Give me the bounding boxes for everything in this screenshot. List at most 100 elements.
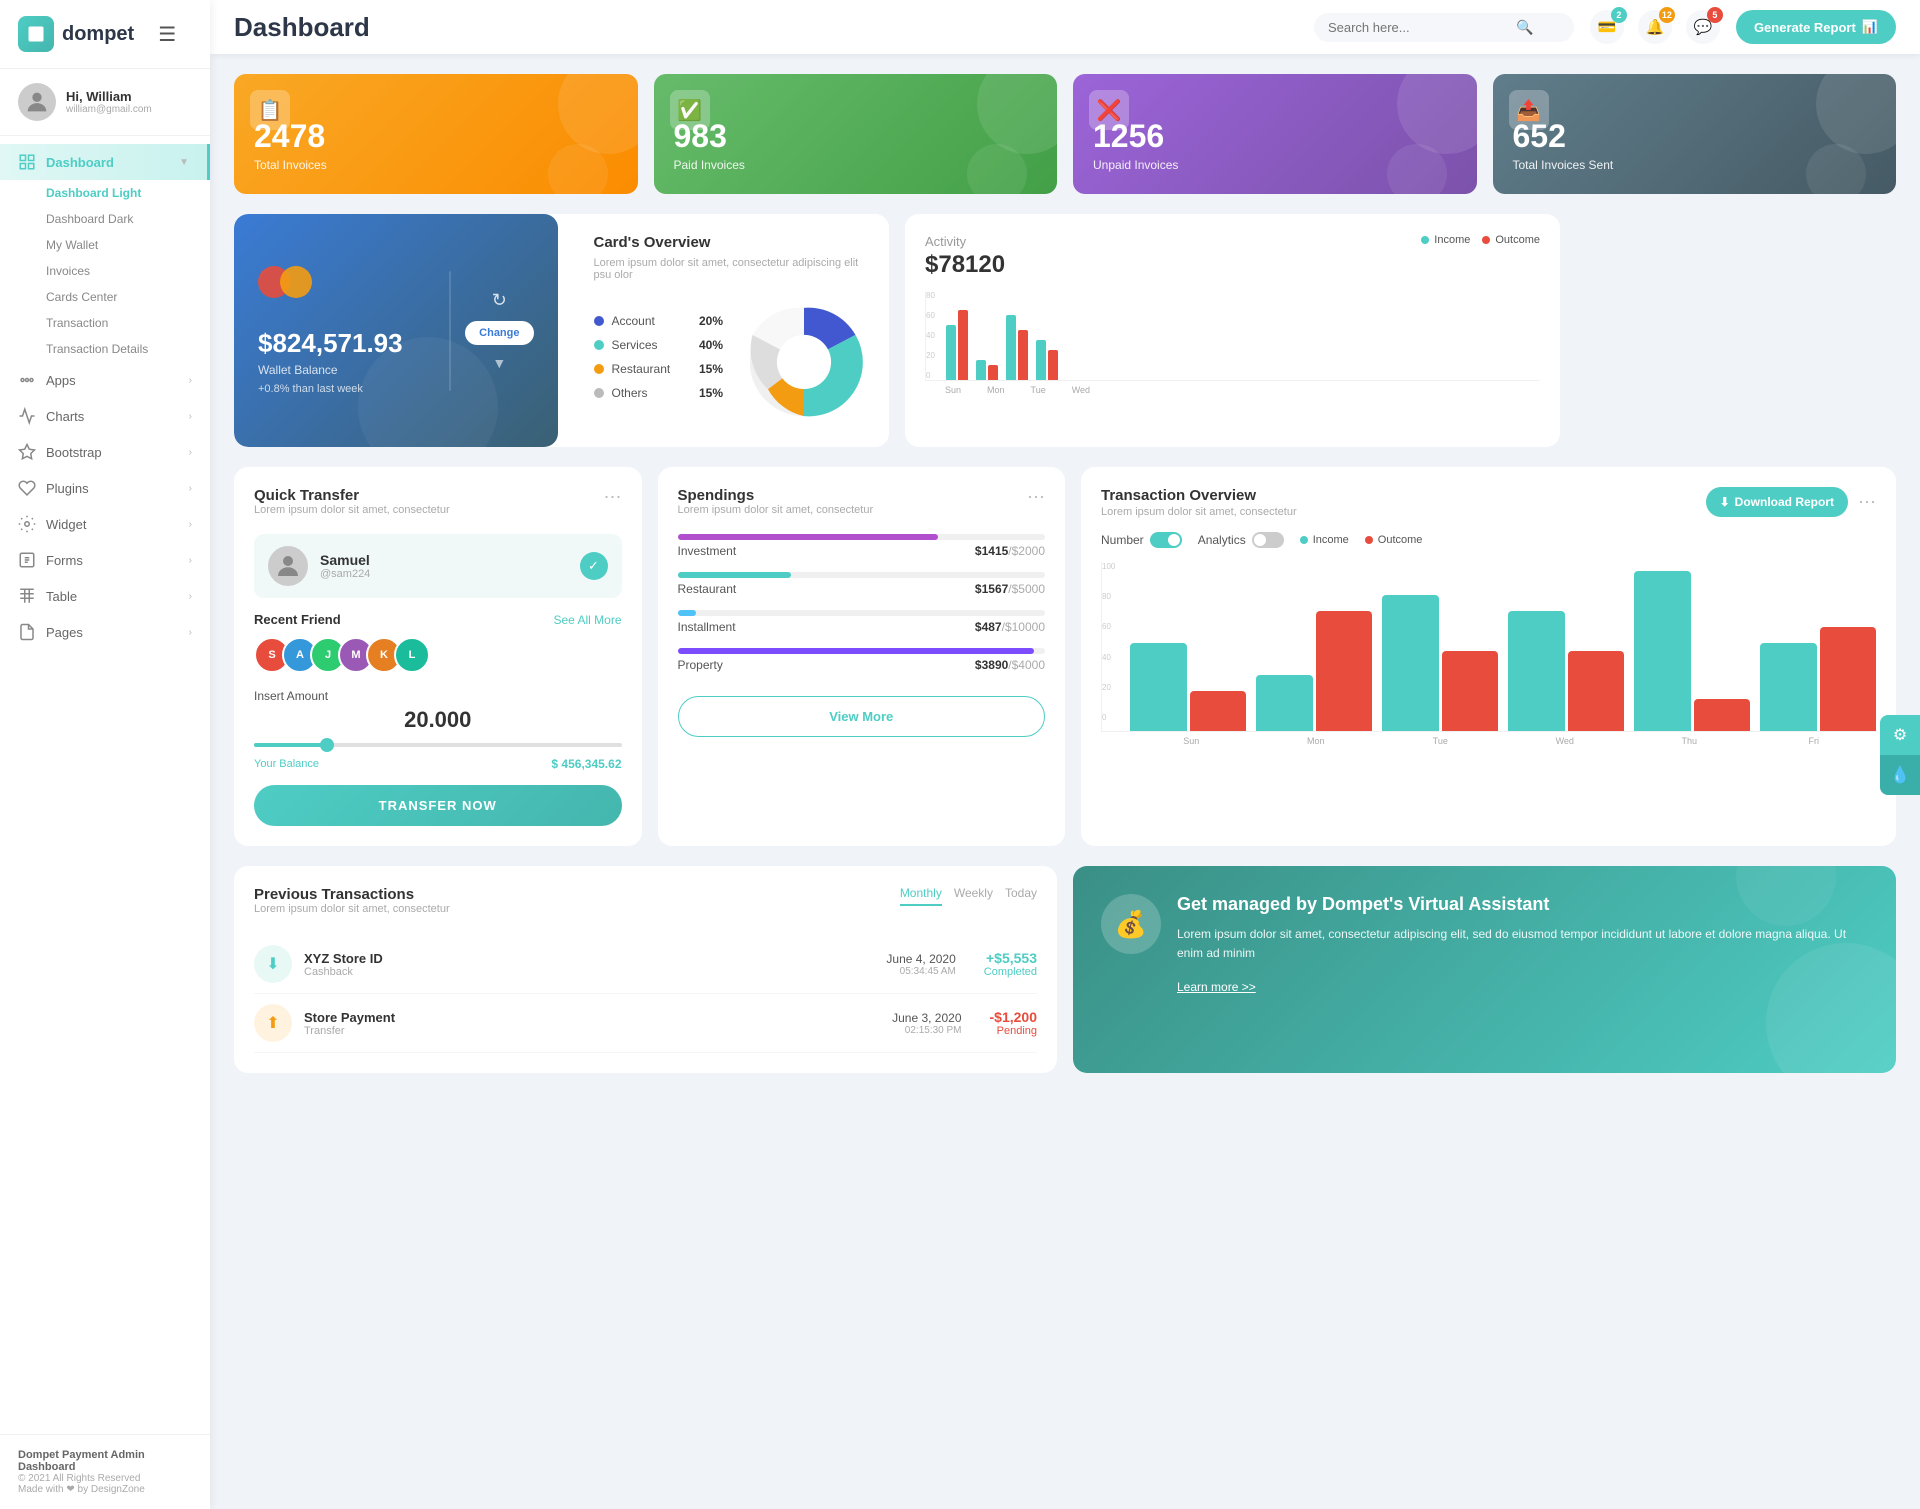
cards-overview: Card's Overview Lorem ipsum dolor sit am… (574, 214, 890, 447)
outcome-dot (1482, 236, 1490, 244)
download-report-button[interactable]: ⬇ Download Report (1706, 487, 1848, 517)
chat-icon-btn[interactable]: 💬 5 (1686, 10, 1720, 44)
spendings-card: Spendings Lorem ipsum dolor sit amet, co… (658, 467, 1066, 846)
nav-subitem-invoices[interactable]: Invoices (0, 258, 210, 284)
spending-installment: Installment $487/$10000 (678, 610, 1046, 634)
services-dot (594, 340, 604, 350)
quick-transfer-title: Quick Transfer (254, 487, 450, 504)
stat-card-total-sent: 📤 652 Total Invoices Sent (1493, 74, 1897, 194)
transaction-name: XYZ Store ID (304, 951, 383, 966)
restaurant-name: Restaurant (678, 582, 737, 596)
analytics-toggle-label: Analytics (1198, 533, 1246, 547)
analytics-toggle-switch[interactable] (1252, 532, 1284, 548)
cards-overview-title: Card's Overview (594, 234, 870, 251)
wallet-icon-btn[interactable]: 💳 2 (1590, 10, 1624, 44)
bottom-row: Quick Transfer Lorem ipsum dolor sit ame… (234, 467, 1896, 846)
nav-item-bootstrap[interactable]: Bootstrap › (0, 434, 210, 470)
theme-float-button[interactable]: 💧 (1880, 755, 1920, 795)
others-dot (594, 388, 604, 398)
transfer-now-button[interactable]: TRANSFER NOW (254, 785, 622, 826)
hamburger-menu[interactable]: ☰ (158, 22, 176, 47)
spendings-menu[interactable]: ⋯ (1027, 487, 1045, 508)
sidebar-footer: Dompet Payment Admin Dashboard © 2021 Al… (0, 1434, 210, 1509)
pt-tab-today[interactable]: Today (1005, 886, 1037, 906)
nav-subitem-cards-center[interactable]: Cards Center (0, 284, 210, 310)
nav-item-table[interactable]: Table › (0, 578, 210, 614)
nav-item-plugins[interactable]: Plugins › (0, 470, 210, 506)
balance-value: $ 456,345.62 (551, 757, 621, 771)
others-pct: 15% (699, 386, 723, 400)
property-amount: $3890/$4000 (975, 658, 1045, 672)
nav-subitem-transaction[interactable]: Transaction (0, 310, 210, 336)
activity-chart: 80 60 40 20 0 (925, 291, 1540, 381)
settings-float-button[interactable]: ⚙ (1880, 715, 1920, 755)
to-outcome-legend: Outcome (1365, 534, 1423, 546)
analytics-toggle: Analytics (1198, 532, 1284, 548)
nav-item-charts[interactable]: Charts › (0, 398, 210, 434)
change-button[interactable]: Change (465, 321, 533, 345)
va-learn-more[interactable]: Learn more >> (1177, 980, 1256, 994)
number-toggle: Number (1101, 532, 1182, 548)
mon-income-bar (1256, 675, 1313, 731)
slider-fill (254, 743, 328, 747)
search-icon: 🔍 (1516, 19, 1533, 36)
topbar: Dashboard 🔍 💳 2 🔔 12 💬 5 Generate Report… (210, 0, 1920, 54)
generate-report-button[interactable]: Generate Report 📊 (1736, 10, 1896, 44)
transaction-type-2: Transfer (304, 1025, 395, 1037)
nav-plugins-arrow: › (189, 483, 192, 494)
quick-transfer-menu[interactable]: ⋯ (604, 487, 622, 508)
to-x-sun: Sun (1129, 736, 1254, 746)
nav-item-forms[interactable]: Forms › (0, 542, 210, 578)
footer-copy: © 2021 All Rights Reserved (18, 1473, 192, 1484)
topbar-icons: 💳 2 🔔 12 💬 5 (1590, 10, 1720, 44)
pt-tab-weekly[interactable]: Weekly (954, 886, 993, 906)
bar-group-sun (1130, 643, 1246, 731)
search-input[interactable] (1328, 20, 1508, 35)
see-all-button[interactable]: See All More (553, 613, 621, 627)
balance-row: Your Balance $ 456,345.62 (254, 757, 622, 771)
number-toggle-switch[interactable] (1150, 532, 1182, 548)
recipient-handle: @sam224 (320, 568, 370, 580)
notification-icon-btn[interactable]: 🔔 12 (1638, 10, 1672, 44)
transaction-overview-title: Transaction Overview (1101, 487, 1297, 504)
stat-card-paid-invoices: ✅ 983 Paid Invoices (654, 74, 1058, 194)
transaction-bar-chart: 100 80 60 40 20 0 (1101, 562, 1876, 732)
nav-subitem-dashboard-light[interactable]: Dashboard Light (0, 180, 210, 206)
quick-transfer-desc: Lorem ipsum dolor sit amet, consectetur (254, 504, 450, 516)
nav-item-dashboard[interactable]: Dashboard ▼ (0, 144, 210, 180)
bar-group-tue (1382, 595, 1498, 731)
legend-others: Others 15% (594, 386, 724, 400)
transaction-date-2: June 3, 2020 02:15:30 PM (892, 1011, 961, 1036)
toggle-row: Number Analytics Inc (1101, 532, 1876, 548)
unpaid-invoices-icon: ❌ (1089, 90, 1129, 130)
account-label: Account (612, 314, 691, 328)
transaction-name-2: Store Payment (304, 1010, 395, 1025)
nav-item-widget[interactable]: Widget › (0, 506, 210, 542)
view-more-button[interactable]: View More (678, 696, 1046, 737)
restaurant-dot (594, 364, 604, 374)
legend-restaurant: Restaurant 15% (594, 362, 724, 376)
tue-outcome-bar (1442, 651, 1499, 731)
spendings-desc: Lorem ipsum dolor sit amet, consectetur (678, 504, 874, 516)
amount-display: 20.000 (254, 707, 622, 733)
check-button[interactable]: ✓ (580, 552, 608, 580)
restaurant-bar-fill (678, 572, 792, 578)
transaction-overview-desc: Lorem ipsum dolor sit amet, consectetur (1101, 506, 1297, 518)
mon-outcome-bar (1316, 611, 1373, 731)
stat-card-total-invoices: 📋 2478 Total Invoices (234, 74, 638, 194)
to-x-tue: Tue (1378, 736, 1503, 746)
transaction-overview-menu[interactable]: ⋯ (1858, 492, 1876, 513)
footer-brand: Dompet Payment Admin Dashboard (18, 1449, 192, 1473)
nav-subitem-transaction-details[interactable]: Transaction Details (0, 336, 210, 362)
nav-apps-arrow: › (189, 375, 192, 386)
nav-item-apps[interactable]: Apps › (0, 362, 210, 398)
search-box: 🔍 (1314, 13, 1574, 42)
outcome-label: Outcome (1495, 234, 1540, 246)
transaction-info-2: Store Payment Transfer (304, 1010, 395, 1037)
transaction-amount-2: -$1,200 (990, 1009, 1037, 1025)
nav-subitem-dashboard-dark[interactable]: Dashboard Dark (0, 206, 210, 232)
nav-item-pages[interactable]: Pages › (0, 614, 210, 650)
nav-subitem-my-wallet[interactable]: My Wallet (0, 232, 210, 258)
pt-tab-monthly[interactable]: Monthly (900, 886, 942, 906)
slider-thumb[interactable] (320, 738, 334, 752)
